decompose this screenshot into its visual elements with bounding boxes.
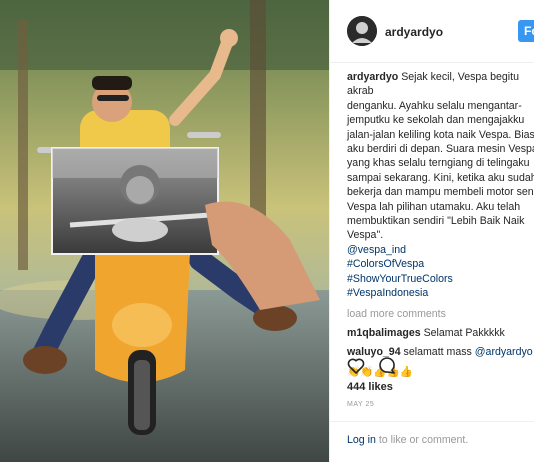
comments-section: ardyardyo Sejak kecil, Vespa begitu akra… bbox=[347, 70, 534, 379]
caption-line: jemputku ke sekolah dan mengajakku bbox=[347, 114, 525, 127]
comment-text: selamatt mass bbox=[403, 346, 472, 359]
hashtag-link[interactable]: #ShowYourTrueColors bbox=[347, 272, 534, 286]
username-link[interactable]: ardyardyo bbox=[385, 25, 443, 39]
caption-line: Vespa lah pilihan utamaku. Aku telah bbox=[347, 200, 521, 213]
comment-item: m1qbalimages Selamat Pakkkkk bbox=[347, 326, 534, 340]
hashtag-link[interactable]: #ColorsOfVespa bbox=[347, 257, 534, 271]
login-prompt: Log in to like or comment. bbox=[347, 434, 468, 446]
comment-username[interactable]: m1qbalimages bbox=[347, 327, 421, 339]
caption-line: membuktikan sendiri "Lebih Baik Naik bbox=[347, 215, 525, 228]
post-header: ardyardyo Fo bbox=[330, 0, 534, 63]
caption-line: sampai sekarang. Kini, ketika aku sudah bbox=[347, 171, 534, 184]
comment-text: Selamat Pakkkkk bbox=[423, 326, 505, 339]
caption-line: aku berdiri di depan. Suara mesin Vespa bbox=[347, 143, 534, 156]
post-photo[interactable] bbox=[0, 0, 329, 462]
caption-line: Vespa". bbox=[347, 229, 384, 242]
load-more-comments-link[interactable]: load more comments bbox=[347, 307, 534, 321]
hashtag-link[interactable]: #VespaIndonesia bbox=[347, 286, 534, 300]
likes-count[interactable]: 444 likes bbox=[347, 381, 393, 393]
caption-line: bekerja dan mampu membeli motor send bbox=[347, 186, 534, 199]
caption-line: denganku. Ayahku selalu mengantar- bbox=[347, 99, 522, 112]
caption: ardyardyo Sejak kecil, Vespa begitu akra… bbox=[347, 70, 534, 301]
login-text: to like or comment. bbox=[378, 434, 469, 446]
post-side-panel: ardyardyo Fo ardyardyo Sejak kecil, Vesp… bbox=[329, 0, 534, 462]
post-actions bbox=[347, 356, 407, 381]
photo-illustration bbox=[0, 0, 329, 462]
hashtag-link[interactable]: @vespa_ind bbox=[347, 243, 534, 257]
avatar[interactable] bbox=[347, 16, 377, 46]
caption-line: jalan-jalan keliling kota naik Vespa. Bi… bbox=[347, 128, 534, 141]
login-footer: Log in to like or comment. bbox=[330, 421, 534, 462]
caption-line: yang khas selalu terngiang di telingaku bbox=[347, 157, 530, 170]
caption-username[interactable]: ardyardyo bbox=[347, 71, 398, 83]
comment-icon[interactable] bbox=[379, 357, 395, 374]
comment-mention[interactable]: @ardyardyo bbox=[475, 346, 533, 358]
follow-button[interactable]: Fo bbox=[518, 20, 534, 42]
login-link[interactable]: Log in bbox=[347, 434, 376, 446]
heart-icon[interactable] bbox=[347, 358, 365, 374]
post-date: MAY 25 bbox=[347, 401, 375, 408]
